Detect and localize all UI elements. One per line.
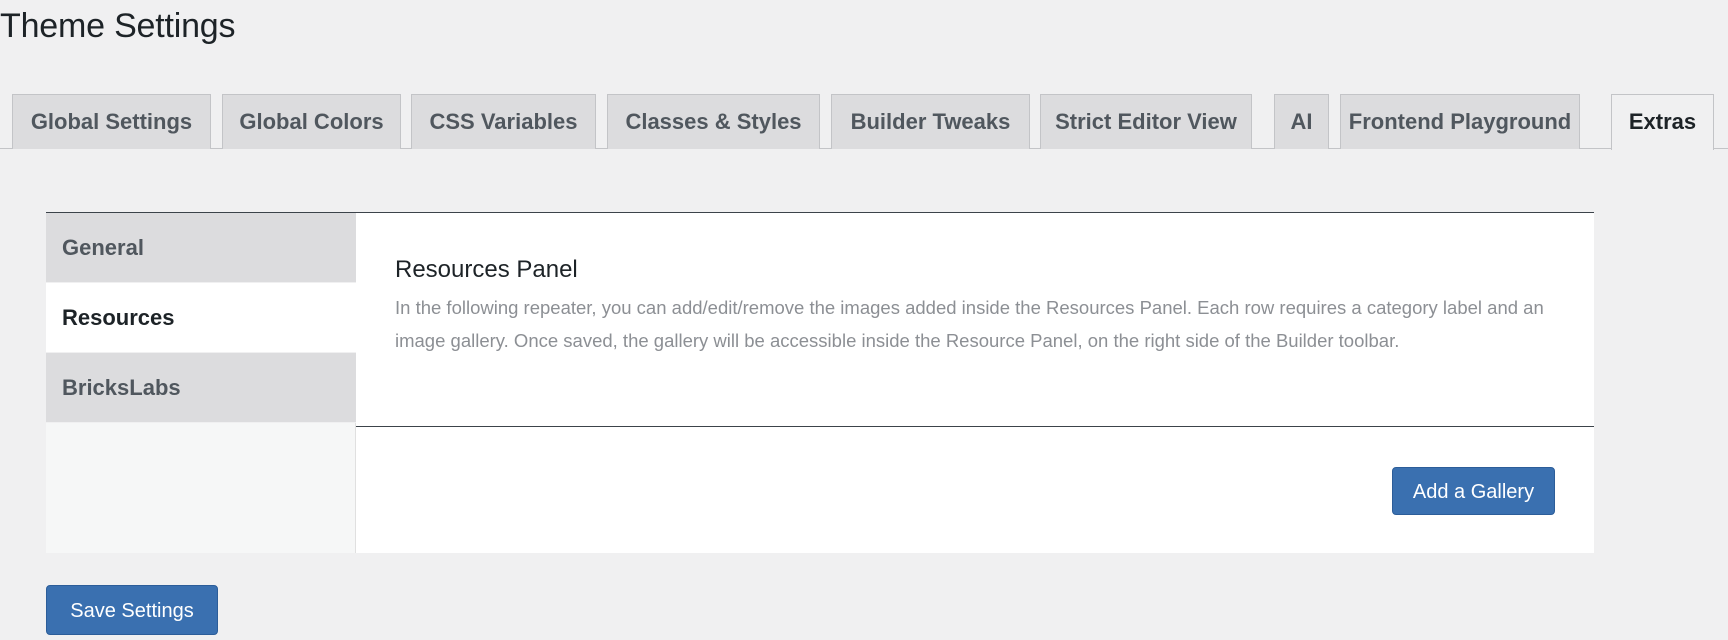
sidebar-item-general[interactable]: General [46,213,356,283]
tab-global-colors[interactable]: Global Colors [222,94,401,149]
save-settings-button[interactable]: Save Settings [46,585,218,635]
sidebar-item-brickslabs[interactable]: BricksLabs [46,353,356,423]
page-title: Theme Settings [0,7,236,45]
tab-strict-editor-view[interactable]: Strict Editor View [1040,94,1252,149]
tab-frontend-playground[interactable]: Frontend Playground [1340,94,1580,149]
tab-ai[interactable]: AI [1274,94,1329,149]
sidebar-nav: General Resources BricksLabs [46,213,356,553]
sidebar-item-resources[interactable]: Resources [46,283,356,353]
tab-extras[interactable]: Extras [1611,94,1714,150]
section-title: Resources Panel [395,256,578,283]
tab-builder-tweaks[interactable]: Builder Tweaks [831,94,1030,149]
tab-global-settings[interactable]: Global Settings [12,94,211,149]
add-gallery-button[interactable]: Add a Gallery [1392,467,1555,515]
settings-panel: General Resources BricksLabs Resources P… [46,212,1594,553]
settings-tab-bar: Global Settings Global Colors CSS Variab… [0,94,1728,150]
section-description: In the following repeater, you can add/e… [395,297,1544,351]
section-header: Resources Panel In the following repeate… [356,213,1594,427]
tab-css-variables[interactable]: CSS Variables [411,94,596,149]
resources-content: Resources Panel In the following repeate… [356,213,1594,553]
tab-classes-styles[interactable]: Classes & Styles [607,94,820,149]
